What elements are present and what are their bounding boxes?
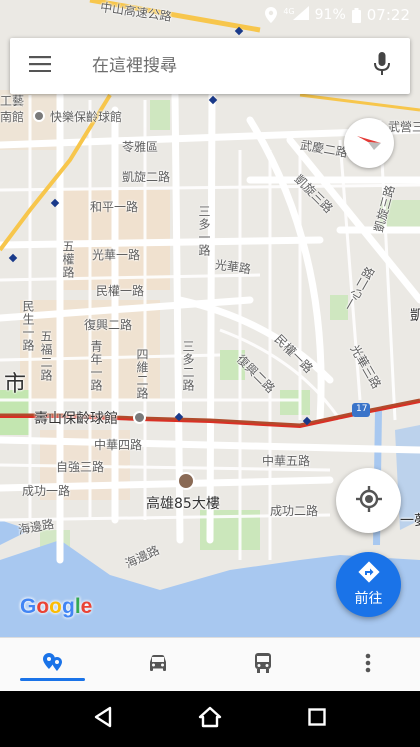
- explore-pin-icon: [42, 652, 64, 678]
- bowling-poi-icon[interactable]: [33, 110, 45, 122]
- my-location-button[interactable]: [336, 468, 401, 533]
- search-input[interactable]: [70, 56, 354, 76]
- back-triangle-icon: [93, 706, 113, 732]
- map-label: 自強三路: [56, 460, 105, 474]
- hamburger-menu-icon: [29, 56, 51, 76]
- map-label-shoushan-bowling: 壽山保齡球館: [34, 411, 118, 427]
- recents-square-icon: [307, 708, 326, 730]
- search-bar[interactable]: [10, 38, 410, 94]
- tab-driving[interactable]: [105, 638, 210, 691]
- map-label: 和平一路: [90, 200, 139, 214]
- map-label-city: 市: [4, 372, 27, 397]
- map-label: 凱: [410, 308, 420, 324]
- tab-explore[interactable]: [0, 638, 105, 691]
- clock: 07:22: [366, 6, 410, 24]
- menu-button[interactable]: [10, 38, 70, 94]
- map-label-happy-bowling: 快樂保齡球館: [50, 110, 123, 124]
- map-label: 光華一路: [92, 248, 141, 262]
- battery-percent: 91%: [314, 7, 346, 23]
- voice-search-button[interactable]: [354, 38, 410, 94]
- compass-icon: [354, 126, 384, 160]
- tab-more[interactable]: [315, 638, 420, 691]
- map-label: 一夢: [400, 513, 420, 529]
- route-shield-17: 17: [356, 404, 368, 414]
- map-label-tower85: 高雄85大樓: [146, 496, 220, 512]
- recents-button[interactable]: [292, 694, 342, 744]
- network-type: 4G: [283, 6, 295, 16]
- map-label: 五福二路: [39, 330, 53, 382]
- directions-button[interactable]: 前往: [336, 552, 401, 617]
- map-label: 凱旋二路: [122, 170, 171, 184]
- status-bar: 4G 91% 07:22: [0, 0, 420, 30]
- map-label: 民權一路: [96, 284, 145, 298]
- map-label: 武營三路: [388, 120, 420, 134]
- signal-icon: [292, 6, 309, 24]
- map-label: 青年一路: [89, 340, 103, 392]
- microphone-icon: [374, 52, 390, 80]
- directions-icon: [357, 561, 380, 587]
- map-label: 四維二路: [135, 348, 149, 400]
- map-roads-layer: [0, 0, 420, 637]
- map-label: 中華四路: [94, 438, 143, 452]
- system-nav-bar: [0, 691, 420, 747]
- back-button[interactable]: [78, 694, 128, 744]
- map-label: 南館: [0, 110, 25, 124]
- map-label: 民生一路: [21, 300, 35, 352]
- home-icon: [198, 706, 222, 732]
- transit-icon: [253, 652, 273, 678]
- home-button[interactable]: [185, 694, 235, 744]
- map-label: 中華五路: [262, 454, 311, 468]
- landmark-poi-icon[interactable]: [177, 472, 195, 490]
- more-vert-icon: [365, 653, 371, 677]
- map-label: 工藝: [0, 94, 25, 108]
- map-label: 復興二路: [84, 318, 133, 332]
- battery-icon: [351, 7, 361, 23]
- map-canvas[interactable]: 中山高速公路 工藝 南館 快樂保齡球館 苓雅區 凱旋二路 和平一路 光華一路 光…: [0, 0, 420, 637]
- map-label: 成功一路: [22, 484, 71, 498]
- map-label: 三多二路: [181, 340, 195, 392]
- compass-button[interactable]: [344, 118, 394, 168]
- map-label-district: 苓雅區: [122, 140, 159, 154]
- map-label: 三多一路: [197, 205, 211, 257]
- bottom-tab-bar: [0, 637, 420, 691]
- google-logo: Google: [20, 595, 93, 618]
- map-label: 成功二路: [270, 504, 319, 518]
- location-pin-icon: [265, 7, 278, 23]
- directions-label: 前往: [354, 591, 383, 607]
- car-icon: [147, 653, 169, 677]
- my-location-icon: [355, 485, 383, 517]
- tab-transit[interactable]: [210, 638, 315, 691]
- bowling-poi-icon[interactable]: [133, 411, 146, 424]
- map-label: 五權路: [61, 240, 75, 279]
